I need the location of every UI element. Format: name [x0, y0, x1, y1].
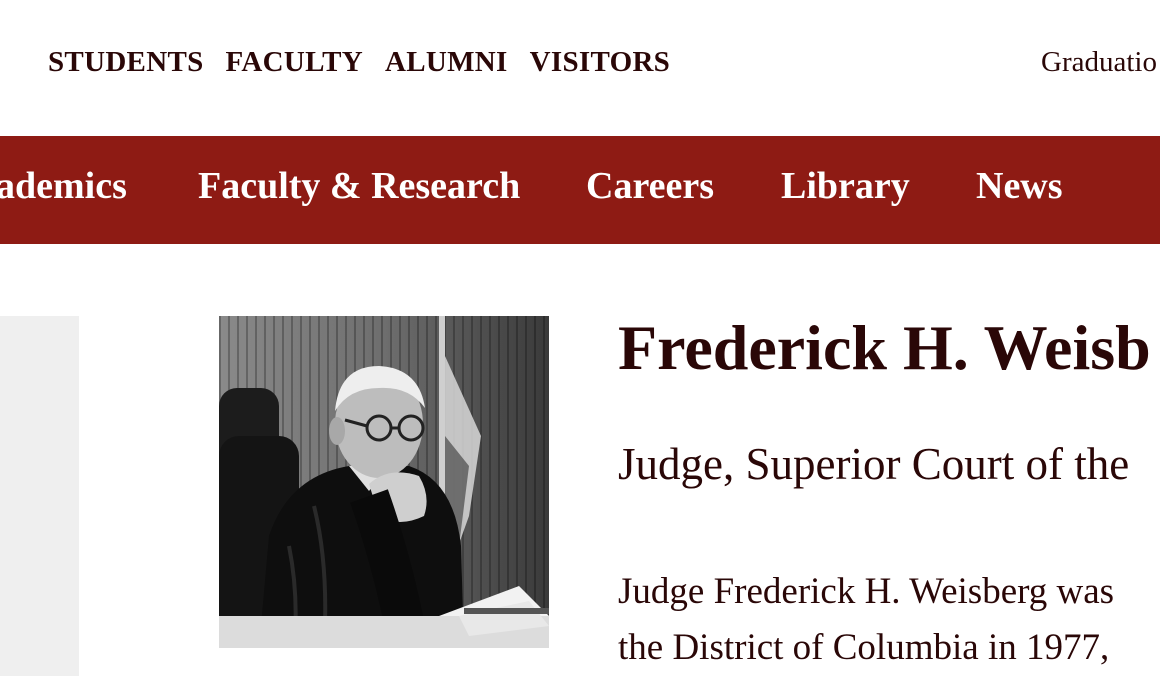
main-nav-academics[interactable]: ademics [0, 162, 127, 210]
main-nav-careers[interactable]: Careers [586, 162, 714, 210]
main-nav-library[interactable]: Library [781, 162, 910, 210]
audience-link-visitors[interactable]: VISITORS [530, 44, 671, 80]
profile-title: Judge, Superior Court of the [618, 439, 1130, 489]
graduation-link[interactable]: Graduatio [1041, 44, 1157, 80]
main-nav-news[interactable]: News [976, 162, 1063, 210]
audience-link-faculty[interactable]: FACULTY [226, 44, 363, 80]
audience-link-alumni[interactable]: ALUMNI [385, 44, 508, 80]
bio-line-2: the District of Columbia in 1977, [618, 627, 1110, 668]
bio-line-1: Judge Frederick H. Weisberg was [618, 571, 1115, 612]
side-panel [0, 316, 79, 676]
profile-bio: Judge Frederick H. Weisberg was the Dist… [618, 564, 1160, 676]
audience-link-students[interactable]: STUDENTS [48, 44, 204, 80]
audience-nav: STUDENTS FACULTY ALUMNI VISITORS [48, 44, 670, 80]
main-nav-faculty-research[interactable]: Faculty & Research [198, 162, 520, 210]
utility-bar: STUDENTS FACULTY ALUMNI VISITORS Graduat… [0, 0, 1160, 136]
main-nav: ademics Faculty & Research Careers Libra… [0, 136, 1160, 244]
portrait-image [219, 316, 549, 648]
profile-name: Frederick H. Weisb [618, 312, 1151, 383]
profile-photo [219, 316, 549, 648]
